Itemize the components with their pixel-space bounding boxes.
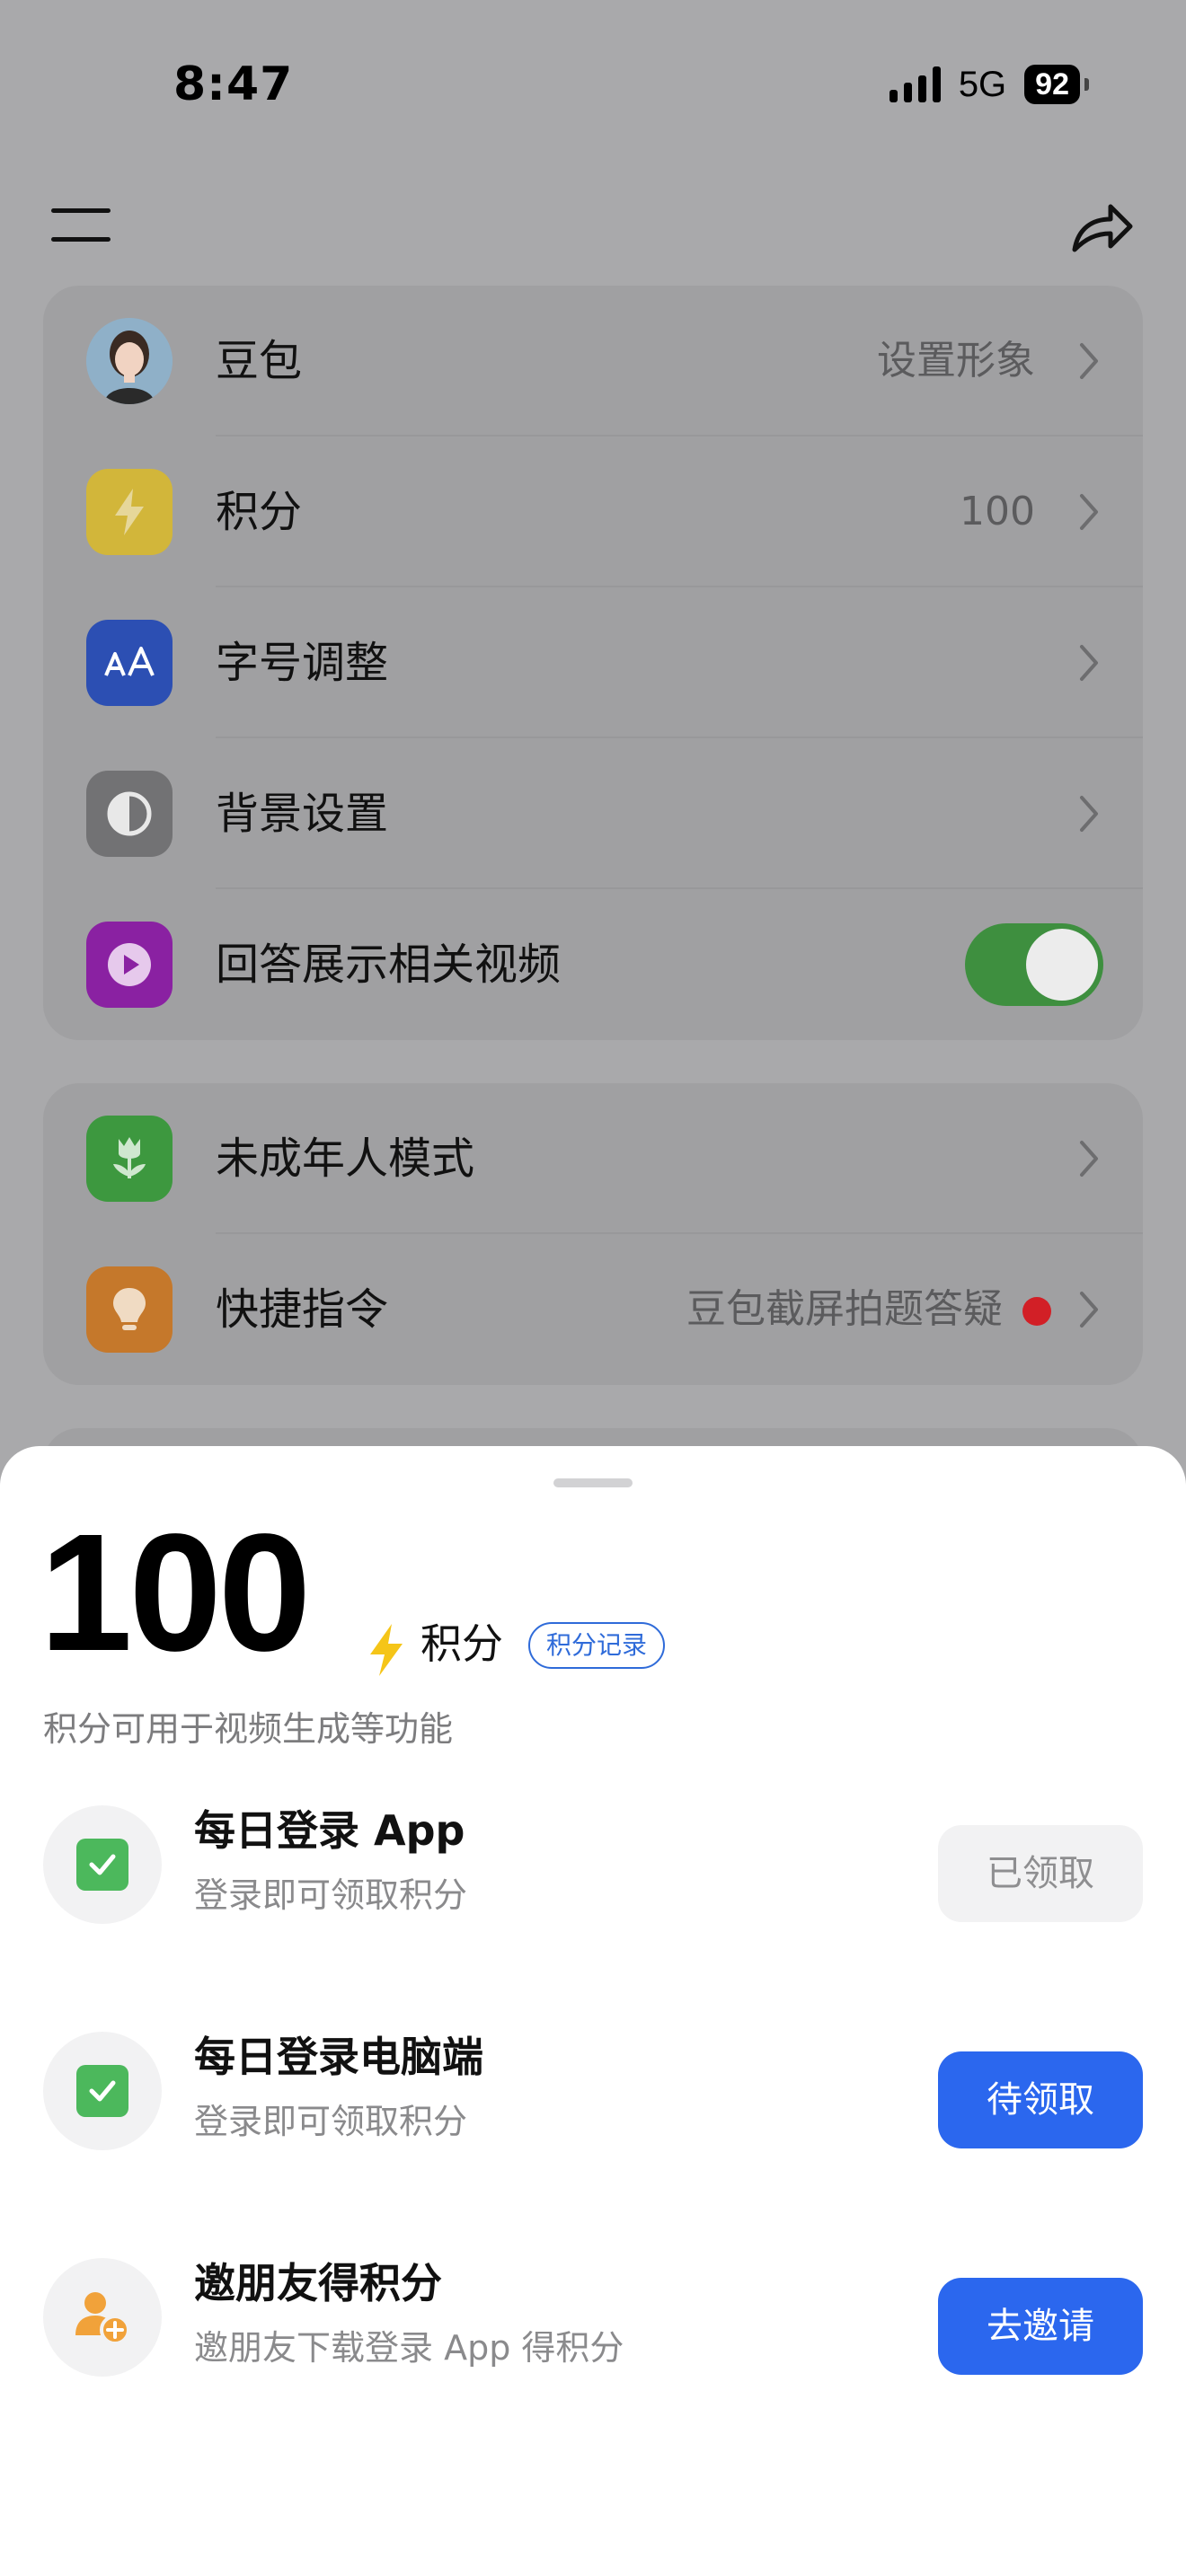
share-icon[interactable] (1069, 196, 1136, 259)
settings-row-minor-mode[interactable]: 未成年人模式 (43, 1083, 1143, 1234)
points-unit: 积分 (420, 1619, 503, 1668)
task-row: 每日登录 App 登录即可领取积分 已领取 (0, 1802, 1186, 1928)
task-title: 每日登录 App (194, 1806, 465, 1855)
points-description: 积分可用于视频生成等功能 (43, 1709, 454, 1749)
row-label: 积分 (216, 487, 303, 537)
settings-card-secondary: 未成年人模式 快捷指令 豆包截屏拍题答疑 (43, 1083, 1143, 1385)
checkbox-icon (76, 1839, 128, 1891)
row-label: 快捷指令 (216, 1284, 389, 1335)
claimed-button[interactable]: 已领取 (938, 1825, 1143, 1922)
row-value: 设置形象 (877, 338, 1035, 384)
task-row: 每日登录电脑端 登录即可领取积分 待领取 (0, 2028, 1186, 2154)
task-subtitle: 登录即可领取积分 (194, 2102, 468, 2141)
points-sheet: 100 积分 积分记录 积分可用于视频生成等功能 每日登录 App 登录即可领取… (0, 1446, 1186, 2576)
invite-button[interactable]: 去邀请 (938, 2278, 1143, 2375)
task-icon (43, 2032, 162, 2150)
task-row: 邀朋友得积分 邀朋友下载登录 App 得积分 去邀请 (0, 2254, 1186, 2380)
settings-row-background[interactable]: 背景设置 (43, 738, 1143, 889)
signal-icon (889, 66, 941, 102)
task-subtitle: 登录即可领取积分 (194, 1875, 468, 1915)
lightbulb-icon (86, 1266, 173, 1353)
status-indicators: 5G 92 (889, 64, 1089, 104)
row-label: 豆包 (216, 336, 303, 386)
sheet-grabber[interactable] (553, 1478, 633, 1487)
settings-row-related-videos: 回答展示相关视频 (43, 889, 1143, 1040)
task-title: 邀朋友得积分 (194, 2259, 442, 2307)
settings-row-points[interactable]: 积分 100 (43, 437, 1143, 587)
font-size-icon (86, 620, 173, 706)
checkbox-icon (76, 2065, 128, 2117)
row-label: 回答展示相关视频 (216, 940, 562, 990)
play-icon (86, 922, 173, 1008)
claim-button[interactable]: 待领取 (938, 2051, 1143, 2148)
row-label: 字号调整 (216, 638, 389, 688)
chevron-right-icon (1080, 343, 1098, 379)
chevron-right-icon (1080, 796, 1098, 832)
status-time: 8:47 (173, 57, 294, 111)
tulip-icon (86, 1116, 173, 1202)
task-icon (43, 1805, 162, 1924)
task-title: 每日登录电脑端 (194, 2033, 483, 2081)
settings-row-shortcuts[interactable]: 快捷指令 豆包截屏拍题答疑 (43, 1234, 1143, 1385)
contrast-icon (86, 771, 173, 857)
points-record-link[interactable]: 积分记录 (528, 1622, 666, 1669)
lightning-icon (86, 469, 173, 555)
network-label: 5G (958, 64, 1007, 104)
chevron-right-icon (1080, 494, 1098, 530)
invite-friend-icon (75, 2292, 130, 2345)
chevron-right-icon (1080, 1141, 1098, 1177)
notification-dot (1022, 1297, 1051, 1326)
menu-icon[interactable] (51, 208, 111, 244)
avatar (86, 318, 173, 404)
related-videos-toggle[interactable] (965, 923, 1103, 1006)
points-total: 100 (40, 1500, 311, 1686)
row-label: 背景设置 (216, 789, 389, 839)
chevron-right-icon (1080, 1292, 1098, 1328)
battery-icon: 92 (1024, 65, 1089, 104)
settings-card-main: 豆包 设置形象 积分 100 字号调整 背景设置 回答展示相关视频 (43, 286, 1143, 1040)
task-subtitle: 邀朋友下载登录 App 得积分 (194, 2328, 624, 2368)
settings-row-doubao[interactable]: 豆包 设置形象 (43, 286, 1143, 437)
row-value: 豆包截屏拍题答疑 (686, 1286, 1003, 1332)
chevron-right-icon (1080, 645, 1098, 681)
task-icon (43, 2258, 162, 2377)
settings-row-font-size[interactable]: 字号调整 (43, 587, 1143, 738)
points-value: 100 (960, 489, 1035, 534)
lightning-icon (370, 1624, 403, 1676)
row-label: 未成年人模式 (216, 1134, 475, 1184)
